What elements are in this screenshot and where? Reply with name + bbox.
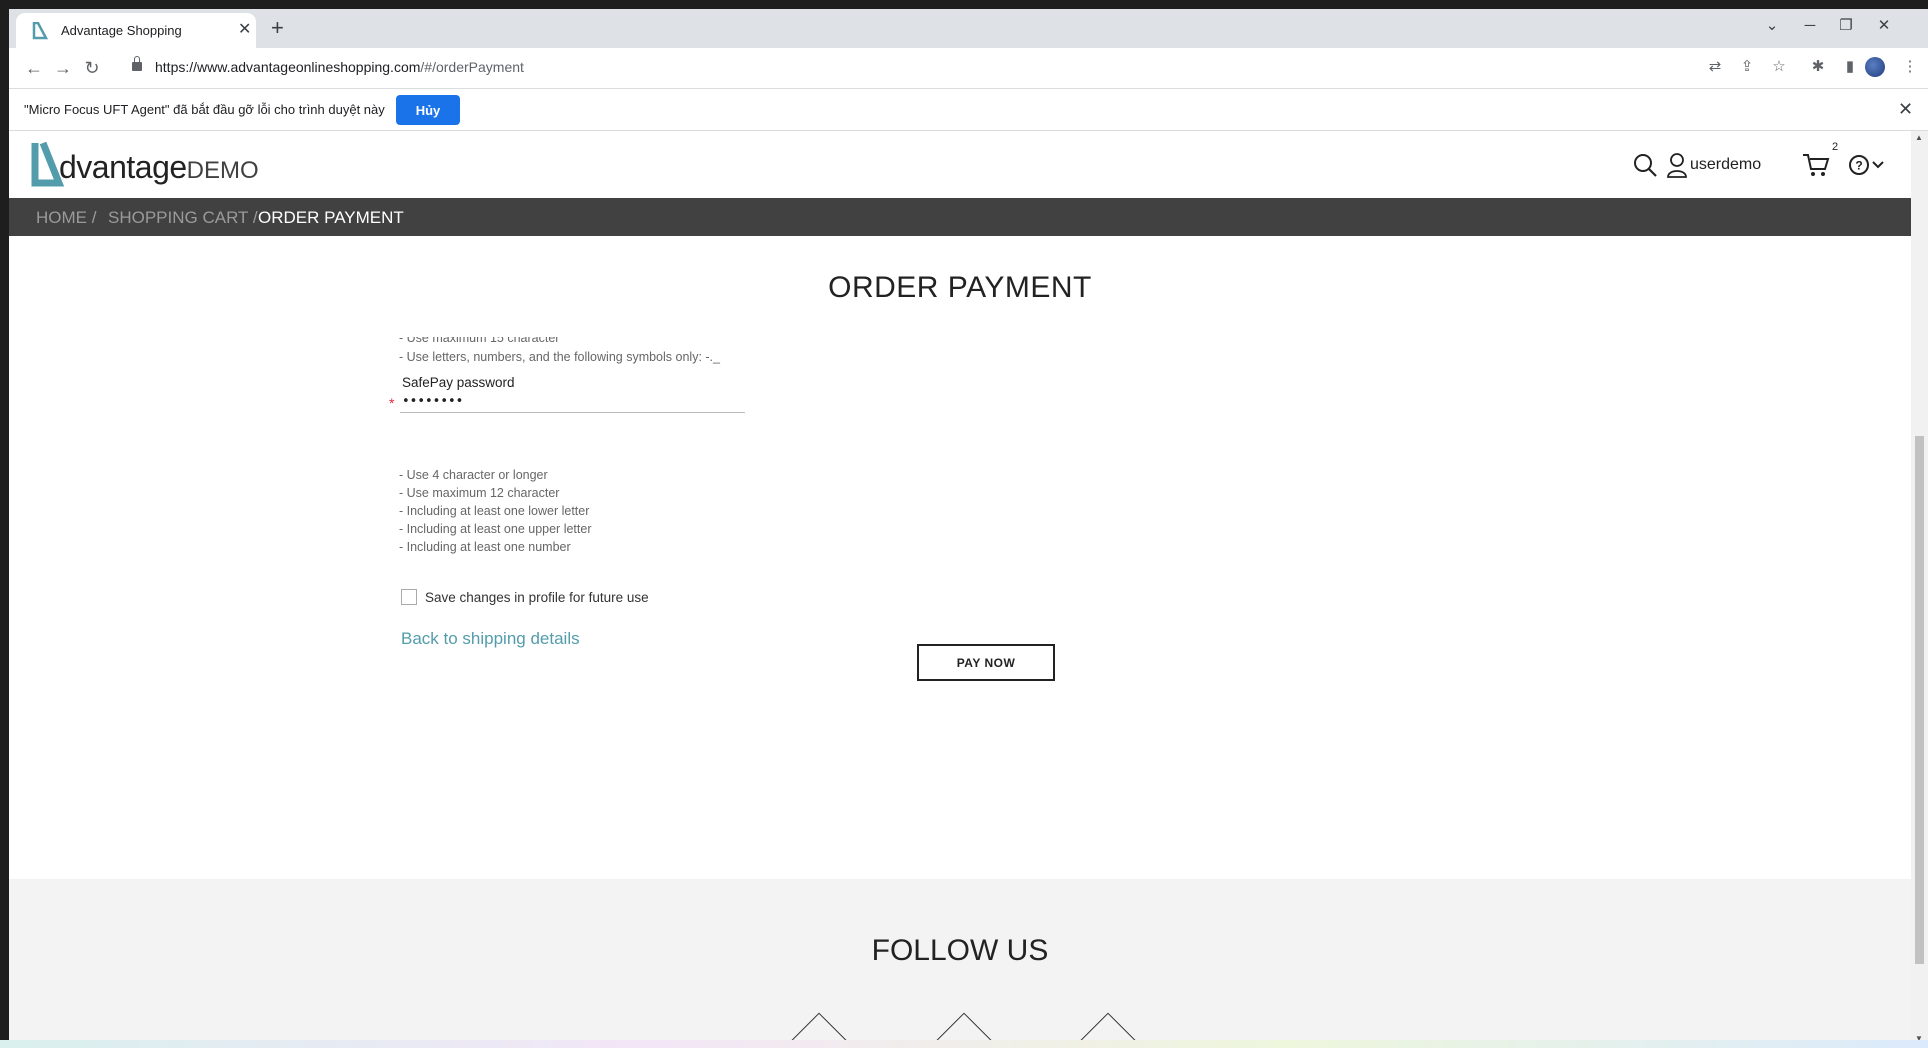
back-icon[interactable]: ←	[22, 56, 46, 80]
username-hint: - Use maximum 15 character	[399, 331, 560, 345]
help-menu-icon[interactable]: ?	[1848, 154, 1888, 176]
page-title: ORDER PAYMENT	[828, 271, 1092, 304]
page-viewport: dvantageDEMO userdemo 2 ? HOME / SHOPPIN…	[9, 131, 1911, 1048]
user-icon[interactable]	[1666, 152, 1688, 178]
extensions-puzzle-icon[interactable]: ✱	[1809, 58, 1827, 76]
restore-button[interactable]: ❐	[1831, 14, 1861, 38]
breadcrumb-order-payment: ORDER PAYMENT	[258, 208, 404, 227]
scroll-thumb[interactable]	[1915, 436, 1924, 964]
forward-icon[interactable]: →	[51, 56, 75, 80]
site-header: dvantageDEMO userdemo 2 ?	[9, 131, 1911, 197]
password-hint: - Use 4 character or longer	[399, 468, 548, 482]
address-bar[interactable]: https://www.advantageonlineshopping.com/…	[122, 53, 1722, 83]
breadcrumb-shopping-cart[interactable]: SHOPPING CART /	[108, 208, 258, 228]
side-panel-icon[interactable]: ▮	[1841, 58, 1859, 76]
username-label[interactable]: userdemo	[1690, 156, 1761, 174]
tab-title: Advantage Shopping	[61, 23, 182, 38]
profile-avatar-icon[interactable]	[1865, 57, 1885, 77]
back-to-shipping-link[interactable]: Back to shipping details	[401, 629, 580, 649]
cart-icon[interactable]	[1802, 152, 1830, 178]
url-text: https://www.advantageonlineshopping.com/…	[155, 59, 524, 75]
scroll-up-arrow-icon[interactable]: ▲	[1915, 133, 1923, 142]
minimize-button[interactable]: ─	[1795, 14, 1825, 38]
reload-icon[interactable]: ↻	[80, 56, 104, 80]
browser-window: Advantage Shopping ✕ + ⌄ ─ ❐ ✕ ← → ↻ htt…	[9, 9, 1928, 1048]
translate-icon[interactable]: ⇄	[1706, 58, 1724, 76]
lock-icon	[132, 56, 142, 71]
safepay-password-input[interactable]	[400, 390, 745, 413]
share-icon[interactable]: ⇪	[1738, 58, 1756, 76]
required-marker: *	[389, 395, 395, 411]
cart-count-badge: 2	[1832, 141, 1839, 153]
taskbar-edge	[0, 1040, 1928, 1048]
search-icon[interactable]	[1632, 152, 1658, 178]
infobar-cancel-button[interactable]: Hủy	[396, 95, 460, 125]
infobar-close-icon[interactable]: ✕	[1898, 99, 1913, 120]
username-hint: - Use letters, numbers, and the followin…	[399, 350, 720, 364]
password-hint: - Use maximum 12 character	[399, 486, 560, 500]
save-profile-checkbox[interactable]	[401, 589, 417, 605]
logo-text: dvantageDEMO	[59, 149, 259, 185]
tab-search-icon[interactable]: ⌄	[1757, 14, 1787, 38]
browser-toolbar: ← → ↻ https://www.advantageonlineshoppin…	[9, 48, 1928, 89]
pay-now-button[interactable]: PAY NOW	[917, 644, 1055, 681]
password-hint: - Including at least one lower letter	[399, 504, 590, 518]
close-window-button[interactable]: ✕	[1869, 14, 1899, 38]
safepay-password-label: SafePay password	[402, 375, 515, 390]
svg-text:?: ?	[1855, 159, 1862, 173]
password-hint: - Including at least one number	[399, 540, 571, 554]
infobar-message: "Micro Focus UFT Agent" đã bắt đầu gỡ lỗ…	[24, 102, 385, 117]
follow-us-title: FOLLOW US	[871, 934, 1049, 967]
tab-strip: Advantage Shopping ✕ + ⌄ ─ ❐ ✕	[9, 9, 1928, 48]
menu-kebab-icon[interactable]: ⋮	[1901, 58, 1919, 76]
breadcrumb-home[interactable]: HOME /	[36, 208, 96, 228]
footer: FOLLOW US f 🐦 in	[9, 879, 1911, 1048]
debugger-infobar: "Micro Focus UFT Agent" đã bắt đầu gỡ lỗ…	[9, 89, 1928, 131]
password-hint: - Including at least one upper letter	[399, 522, 592, 536]
breadcrumb: HOME / SHOPPING CART / ORDER PAYMENT	[9, 198, 1911, 236]
advantage-favicon-icon	[32, 22, 48, 40]
bookmark-star-icon[interactable]: ☆	[1770, 58, 1788, 76]
tab-close-icon[interactable]: ✕	[238, 21, 251, 39]
new-tab-button[interactable]: +	[271, 16, 284, 40]
browser-tab[interactable]: Advantage Shopping ✕	[16, 13, 256, 48]
save-profile-label[interactable]: Save changes in profile for future use	[425, 590, 649, 605]
page-scrollbar[interactable]: ▲ ▼	[1911, 131, 1928, 1048]
